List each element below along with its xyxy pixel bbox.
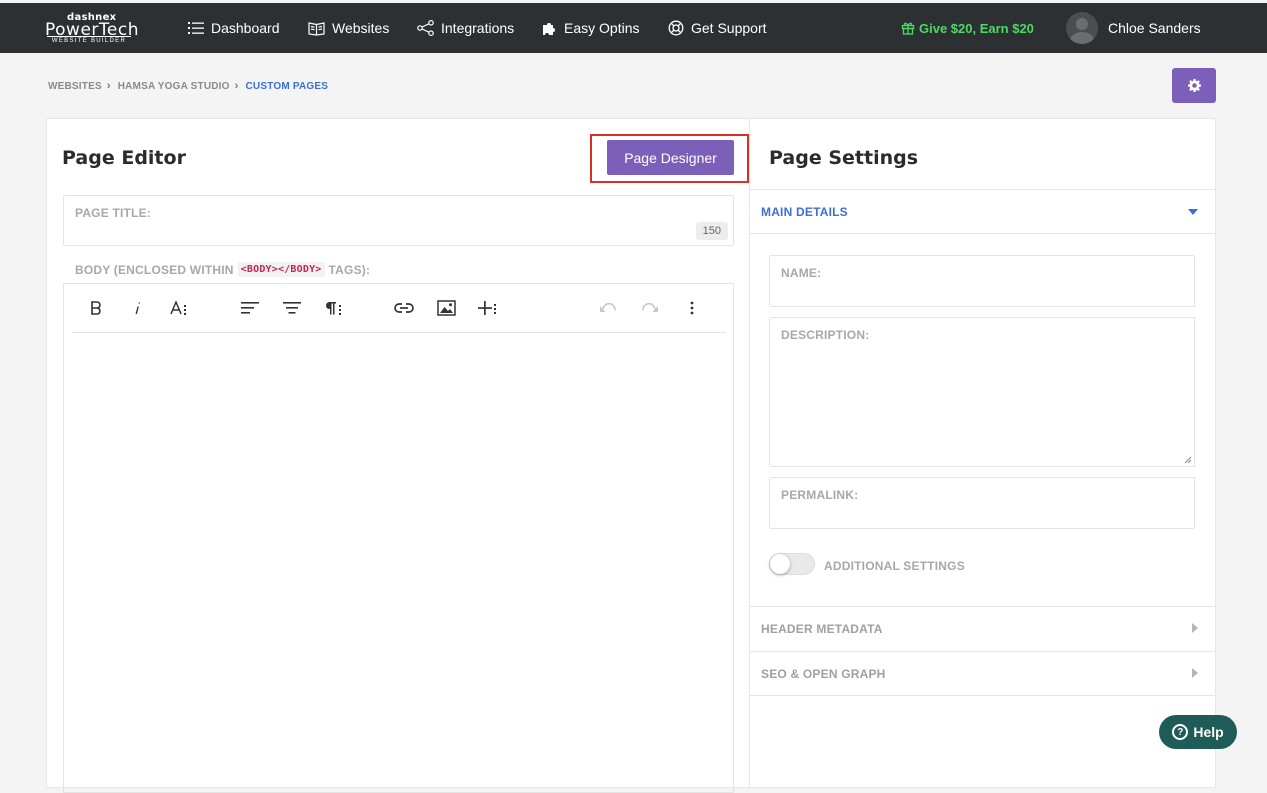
help-label: Help	[1193, 724, 1224, 740]
caret-down-icon	[1188, 209, 1198, 215]
redo-button[interactable]	[636, 296, 664, 320]
body-editor[interactable]	[63, 283, 734, 793]
main-details-label: MAIN DETAILS	[761, 204, 848, 219]
paragraph-icon	[325, 302, 341, 315]
char-counter: 150	[695, 222, 728, 240]
help-button[interactable]: ? Help	[1159, 715, 1237, 749]
image-icon	[436, 300, 456, 316]
permalink-field[interactable]: PERMALINK:	[769, 477, 1195, 529]
nav-item-get-support[interactable]: Get Support	[668, 3, 767, 53]
link-button[interactable]	[390, 296, 418, 320]
nav-label: Easy Optins	[564, 20, 640, 36]
nav-label: Dashboard	[211, 20, 280, 36]
align-center-button[interactable]	[278, 296, 306, 320]
page-title-field[interactable]: PAGE TITLE: 150	[63, 195, 734, 246]
chevron-right-icon: ›	[106, 80, 111, 92]
main-details-section-header[interactable]: MAIN DETAILS	[750, 189, 1216, 234]
header-metadata-label: HEADER METADATA	[761, 622, 883, 636]
resize-grip-icon[interactable]	[1184, 456, 1192, 464]
nav-item-easy-optins[interactable]: Easy Optins	[542, 3, 639, 53]
undo-icon	[600, 302, 616, 312]
permalink-label: PERMALINK:	[781, 488, 859, 502]
link-icon	[394, 303, 414, 313]
toggle-knob	[770, 554, 790, 574]
plus-icon	[478, 301, 496, 315]
top-nav: dashnex PowerTech WEBSITE BUILDER Dashbo…	[0, 3, 1267, 53]
brand-logo[interactable]: dashnex PowerTech WEBSITE BUILDER	[45, 12, 138, 44]
align-left-icon	[241, 302, 259, 314]
seo-label: SEO & OPEN GRAPH	[761, 666, 886, 681]
lifebuoy-icon	[668, 20, 684, 36]
italic-icon	[135, 302, 141, 315]
seo-section-header[interactable]: SEO & OPEN GRAPH	[750, 651, 1216, 696]
paragraph-button[interactable]	[320, 296, 348, 320]
additional-settings-label: ADDITIONAL SETTINGS	[824, 559, 965, 573]
page-card: Page Editor Page Designer PAGE TITLE: 15…	[46, 118, 1216, 793]
body-label: BODY (ENCLOSED WITHIN <BODY></BODY> TAGS…	[75, 262, 371, 277]
more-options-button[interactable]	[678, 296, 706, 320]
editor-toolbar	[72, 284, 726, 333]
bold-button[interactable]	[82, 296, 110, 320]
list-icon	[188, 22, 204, 34]
page-editor-title: Page Editor	[62, 147, 186, 169]
page-designer-button[interactable]: Page Designer	[607, 140, 734, 175]
book-icon	[308, 21, 325, 36]
user-name: Chloe Sanders	[1108, 20, 1201, 36]
redo-icon	[642, 302, 658, 312]
breadcrumb: WEBSITES › HAMSA YOGA STUDIO › CUSTOM PA…	[48, 80, 328, 92]
nav-label: Get Support	[691, 20, 767, 36]
nav-label: Integrations	[441, 20, 515, 36]
gift-icon	[901, 22, 915, 35]
header-metadata-section-header[interactable]: HEADER METADATA	[750, 606, 1216, 651]
font-size-button[interactable]	[166, 296, 194, 320]
name-field[interactable]: NAME:	[769, 255, 1195, 307]
italic-button[interactable]	[124, 296, 152, 320]
additional-settings-toggle[interactable]	[769, 553, 815, 575]
referral-promo-link[interactable]: Give $20, Earn $20	[901, 3, 1034, 53]
brand-line3: WEBSITE BUILDER	[47, 36, 131, 44]
nav-item-integrations[interactable]: Integrations	[417, 3, 514, 53]
more-vertical-icon	[690, 301, 694, 315]
insert-more-button[interactable]	[474, 296, 502, 320]
align-center-icon	[283, 302, 301, 314]
promo-label: Give $20, Earn $20	[919, 20, 1034, 36]
breadcrumb-site[interactable]: HAMSA YOGA STUDIO	[118, 81, 230, 92]
font-size-icon	[170, 301, 186, 315]
breadcrumb-current: CUSTOM PAGES	[245, 80, 329, 92]
image-button[interactable]	[432, 296, 460, 320]
gear-icon	[1187, 79, 1201, 92]
description-label: DESCRIPTION:	[781, 328, 870, 342]
caret-right-icon	[1192, 668, 1198, 678]
question-icon: ?	[1172, 724, 1189, 740]
chevron-right-icon: ›	[234, 80, 239, 92]
settings-button[interactable]	[1172, 68, 1216, 103]
puzzle-icon	[543, 22, 555, 35]
name-label: NAME:	[781, 266, 822, 280]
user-menu[interactable]: Chloe Sanders	[1066, 3, 1201, 53]
align-left-button[interactable]	[236, 296, 264, 320]
nav-item-dashboard[interactable]: Dashboard	[188, 3, 280, 53]
share-icon	[417, 20, 434, 36]
bold-icon	[91, 301, 101, 315]
avatar	[1066, 12, 1098, 44]
nav-item-websites[interactable]: Websites	[308, 3, 389, 53]
page-settings-title: Page Settings	[769, 147, 919, 169]
body-tag-code: <BODY></BODY>	[237, 262, 325, 277]
caret-right-icon	[1192, 623, 1198, 633]
nav-label: Websites	[332, 20, 390, 36]
breadcrumb-websites[interactable]: WEBSITES	[48, 81, 102, 92]
page-title-label: PAGE TITLE:	[75, 206, 151, 220]
undo-button[interactable]	[594, 296, 622, 320]
description-field[interactable]: DESCRIPTION:	[769, 317, 1195, 467]
